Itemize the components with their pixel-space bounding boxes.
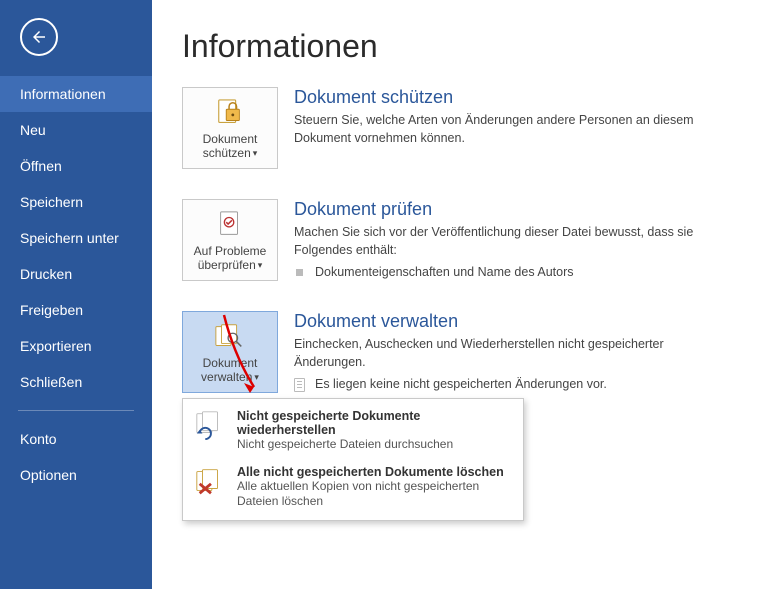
inspect-bullet-text: Dokumenteigenschaften und Name des Autor… xyxy=(315,265,574,279)
sidebar-item-schliessen[interactable]: Schließen xyxy=(0,364,152,400)
sidebar-item-freigeben[interactable]: Freigeben xyxy=(0,292,152,328)
inspect-desc: Machen Sie sich vor der Veröffentlichung… xyxy=(294,224,727,259)
sidebar-item-drucken[interactable]: Drucken xyxy=(0,256,152,292)
chevron-down-icon: ▾ xyxy=(253,148,258,158)
delete-title: Alle nicht gespeicherten Dokumente lösch… xyxy=(237,465,513,479)
recover-icon xyxy=(193,409,227,441)
inspect-icon xyxy=(215,208,245,242)
manage-note-row: Es liegen keine nicht gespeicherten Ände… xyxy=(294,377,727,391)
sidebar-separator xyxy=(18,410,134,411)
page-title: Informationen xyxy=(182,28,727,65)
main-content: Informationen Dokument schützen▾ Dokumen… xyxy=(152,0,757,589)
inspect-button-label: Auf Probleme überprüfen xyxy=(194,244,267,272)
lock-icon xyxy=(215,96,245,130)
sidebar-item-neu[interactable]: Neu xyxy=(0,112,152,148)
section-protect: Dokument schützen▾ Dokument schützen Ste… xyxy=(182,87,727,169)
inspect-title: Dokument prüfen xyxy=(294,199,727,220)
protect-button-label: Dokument schützen xyxy=(203,132,258,160)
manage-button-label: Dokument verwalten xyxy=(201,356,257,384)
sidebar-item-konto[interactable]: Konto xyxy=(0,421,152,457)
sidebar-item-exportieren[interactable]: Exportieren xyxy=(0,328,152,364)
chevron-down-icon: ▾ xyxy=(254,372,259,382)
section-inspect: Auf Probleme überprüfen▾ Dokument prüfen… xyxy=(182,199,727,281)
sidebar-item-oeffnen[interactable]: Öffnen xyxy=(0,148,152,184)
square-bullet-icon xyxy=(294,267,305,278)
manage-icon xyxy=(214,320,246,354)
protect-desc: Steuern Sie, welche Arten von Änderungen… xyxy=(294,112,727,147)
sidebar-item-speichern[interactable]: Speichern xyxy=(0,184,152,220)
document-icon xyxy=(294,379,305,390)
recover-title: Nicht gespeicherte Dokumente wiederherst… xyxy=(237,409,513,437)
section-manage: Dokument verwalten▾ Dokument verwalten E… xyxy=(182,311,727,393)
inspect-bullet: Dokumenteigenschaften und Name des Autor… xyxy=(294,265,727,279)
delete-unsaved-item[interactable]: Alle nicht gespeicherten Dokumente lösch… xyxy=(183,459,523,516)
manage-document-menu: Nicht gespeicherte Dokumente wiederherst… xyxy=(182,398,524,521)
manage-desc: Einchecken, Auschecken und Wiederherstel… xyxy=(294,336,727,371)
manage-note-text: Es liegen keine nicht gespeicherten Ände… xyxy=(315,377,607,391)
protect-document-button[interactable]: Dokument schützen▾ xyxy=(182,87,278,169)
sidebar: Informationen Neu Öffnen Speichern Speic… xyxy=(0,0,152,589)
sidebar-item-optionen[interactable]: Optionen xyxy=(0,457,152,493)
protect-title: Dokument schützen xyxy=(294,87,727,108)
sidebar-item-speichern-unter[interactable]: Speichern unter xyxy=(0,220,152,256)
manage-title: Dokument verwalten xyxy=(294,311,727,332)
recover-desc: Nicht gespeicherte Dateien durchsuchen xyxy=(237,437,513,453)
back-button[interactable] xyxy=(20,18,58,56)
manage-document-button[interactable]: Dokument verwalten▾ xyxy=(182,311,278,393)
sidebar-item-informationen[interactable]: Informationen xyxy=(0,76,152,112)
delete-desc: Alle aktuellen Kopien von nicht gespeich… xyxy=(237,479,513,510)
chevron-down-icon: ▾ xyxy=(258,260,263,270)
check-issues-button[interactable]: Auf Probleme überprüfen▾ xyxy=(182,199,278,281)
delete-icon xyxy=(193,465,227,497)
arrow-left-icon xyxy=(30,28,48,46)
recover-unsaved-item[interactable]: Nicht gespeicherte Dokumente wiederherst… xyxy=(183,403,523,459)
